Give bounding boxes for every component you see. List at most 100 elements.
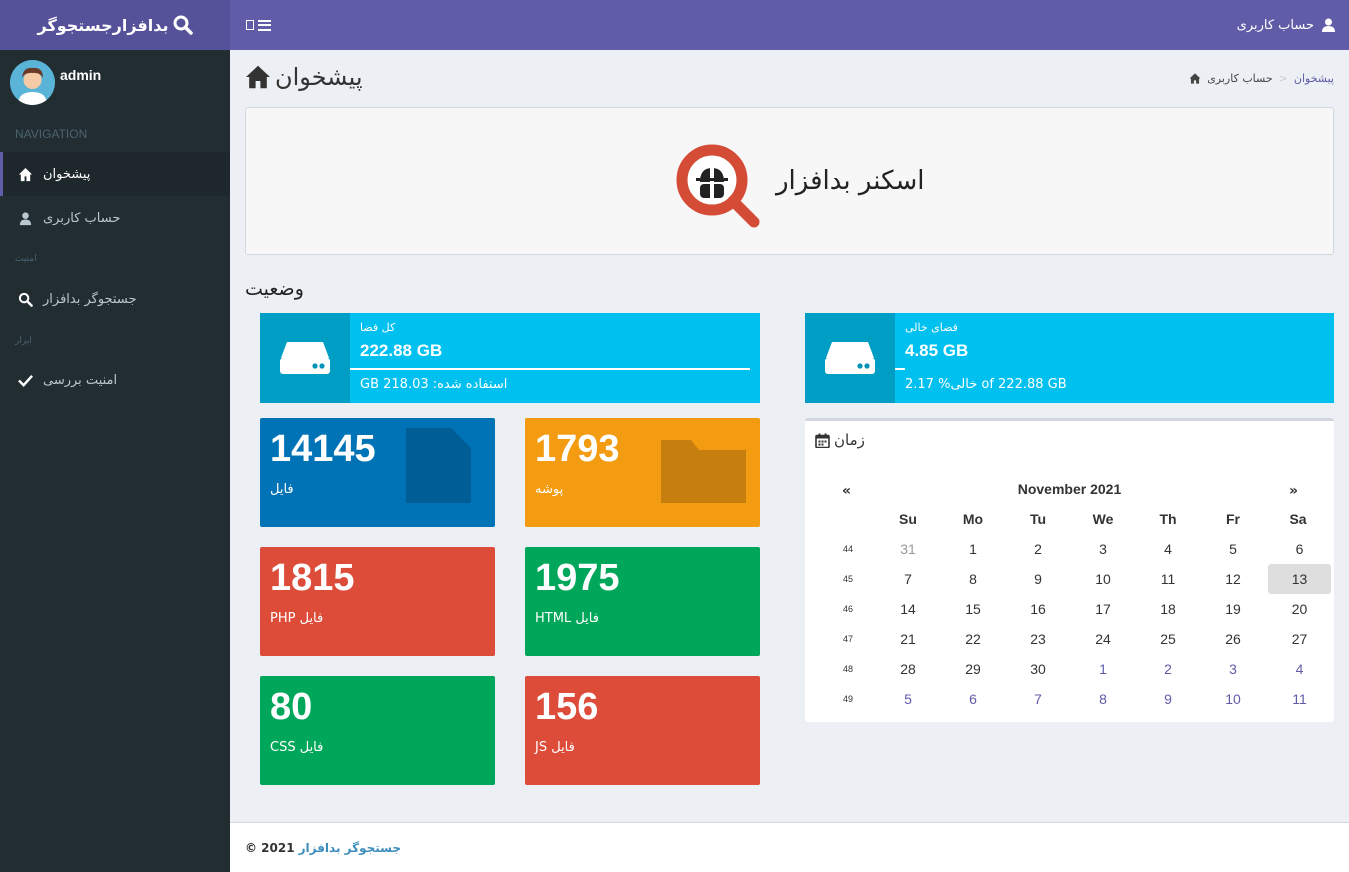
calendar-day[interactable]: 10 [1073,564,1133,594]
grid-icon [246,20,254,30]
calendar-month-label[interactable]: November 2021 [805,481,1334,497]
footer-brand-link[interactable]: جستجوگر بدافزار [299,841,401,855]
hdd-icon [260,313,350,403]
stat-box-php-files: 1815 PHP فایل [260,547,495,656]
calendar-icon [815,433,830,448]
calendar-day[interactable]: 27 [1268,624,1331,654]
avatar [10,60,55,105]
stat-label: PHP فایل [270,611,324,626]
calendar-week-number: 44 [842,544,853,554]
page-title-text: پیشخوان [275,63,363,91]
sidebar-item-label: پیشخوان [43,166,91,182]
user-icon [19,211,32,225]
calendar-weekday: Sa [1289,511,1307,527]
calendar-day[interactable]: 9 [1138,684,1198,714]
calendar-day[interactable]: 11 [1138,564,1198,594]
breadcrumb-current[interactable]: پیشخوان [1294,72,1334,85]
calendar-day[interactable]: 12 [1203,564,1263,594]
calendar-day[interactable]: 2 [1008,534,1068,564]
folder-icon [661,440,746,503]
calendar-day[interactable]: 17 [1073,594,1133,624]
home-icon [18,167,33,181]
info-box-label: فضای خالی [905,321,958,334]
calendar-day[interactable]: 4 [1138,534,1198,564]
sidebar-item-account[interactable]: حساب کاربری [0,196,230,240]
calendar-day[interactable]: 10 [1203,684,1263,714]
calendar-day[interactable]: 9 [1008,564,1068,594]
sidebar-item-label: امنیت بررسی [43,372,118,388]
logo-text: بدافزارجستجوگر [37,15,169,35]
calendar-day[interactable]: 8 [1073,684,1133,714]
breadcrumb-home[interactable]: حساب کاربری [1207,72,1272,85]
calendar-weekday: We [1092,511,1114,527]
menu-icon [258,19,271,31]
calendar-day[interactable]: 3 [1073,534,1133,564]
banner-title: اسکنر بدافزار [776,166,925,196]
sidebar: admin NAVIGATION پیشخوان حساب کاربری امن… [0,50,230,872]
calendar-day[interactable]: 11 [1268,684,1331,714]
calendar-day[interactable]: 15 [943,594,1003,624]
calendar-day[interactable]: 6 [1268,534,1331,564]
sidebar-item-malware-scanner[interactable]: جستجوگر بدافزار [0,277,230,321]
calendar-day[interactable]: 31 [878,534,938,564]
breadcrumb-separator: > [1278,72,1288,85]
calendar-day[interactable]: 25 [1138,624,1198,654]
calendar-day[interactable]: 14 [878,594,938,624]
nav-header-navigation: NAVIGATION [15,127,88,141]
calendar-week-number: 48 [842,664,853,674]
calendar-day[interactable]: 29 [943,654,1003,684]
calendar-next-button[interactable]: » [1289,483,1298,499]
app-logo[interactable]: بدافزارجستجوگر [0,0,230,50]
calendar-day[interactable]: 1 [943,534,1003,564]
calendar-day[interactable]: 24 [1073,624,1133,654]
sidebar-item-security-check[interactable]: امنیت بررسی [0,358,230,402]
nav-header-tools: ابزار [15,335,32,345]
calendar-day[interactable]: 20 [1268,594,1331,624]
footer: © 2021 جستجوگر بدافزار [230,822,1349,872]
status-section-title: وضعیت [245,278,304,300]
calendar-widget: زمان « November 2021 » Su Mo Tu We Th Fr Sa 44 3… [805,418,1334,722]
info-box-progress [895,368,905,370]
calendar-day[interactable]: 22 [943,624,1003,654]
stat-value: 1815 [270,557,355,599]
stat-box-css-files: 80 CSS فایل [260,676,495,785]
stat-value: 80 [270,686,313,728]
calendar-day[interactable]: 26 [1203,624,1263,654]
calendar-day[interactable]: 30 [1008,654,1068,684]
calendar-day[interactable]: 6 [943,684,1003,714]
calendar-day[interactable]: 16 [1008,594,1068,624]
calendar-day[interactable]: 13 [1268,564,1331,594]
calendar-day[interactable]: 28 [878,654,938,684]
file-icon [406,428,471,503]
calendar-day[interactable]: 2 [1138,654,1198,684]
info-box-total-space: کل فضا 222.88 GB GB 218.03 :استفاده شده [260,313,760,403]
malware-scanner-logo [676,144,760,228]
stat-label: CSS فایل [270,740,324,755]
info-box-progress [350,368,750,370]
calendar-day[interactable]: 23 [1008,624,1068,654]
user-account-menu[interactable]: حساب کاربری [1237,0,1335,50]
calendar-day[interactable]: 8 [943,564,1003,594]
calendar-weekday: Mo [962,511,984,527]
calendar-title-text: زمان [834,431,865,449]
calendar-day[interactable]: 4 [1268,654,1331,684]
info-box-free-space: فضای خالی 4.85 GB 2.17 %خالی of 222.88 G… [805,313,1334,403]
calendar-day[interactable]: 18 [1138,594,1198,624]
calendar-day[interactable]: 5 [1203,534,1263,564]
user-icon [1322,18,1335,32]
calendar-day[interactable]: 1 [1073,654,1133,684]
calendar-day[interactable]: 19 [1203,594,1263,624]
sidebar-item-dashboard[interactable]: پیشخوان [0,152,230,196]
calendar-weekday: Tu [1029,511,1047,527]
calendar-week-number: 49 [842,694,853,704]
search-icon [18,292,33,307]
sidebar-toggle-button[interactable] [246,15,276,35]
stat-label: فایل [270,482,294,497]
calendar-day[interactable]: 5 [878,684,938,714]
calendar-day[interactable]: 7 [878,564,938,594]
info-box-value: 222.88 GB [360,341,443,360]
calendar-day[interactable]: 7 [1008,684,1068,714]
page-title: پیشخوان [245,63,363,91]
calendar-day[interactable]: 3 [1203,654,1263,684]
calendar-day[interactable]: 21 [878,624,938,654]
